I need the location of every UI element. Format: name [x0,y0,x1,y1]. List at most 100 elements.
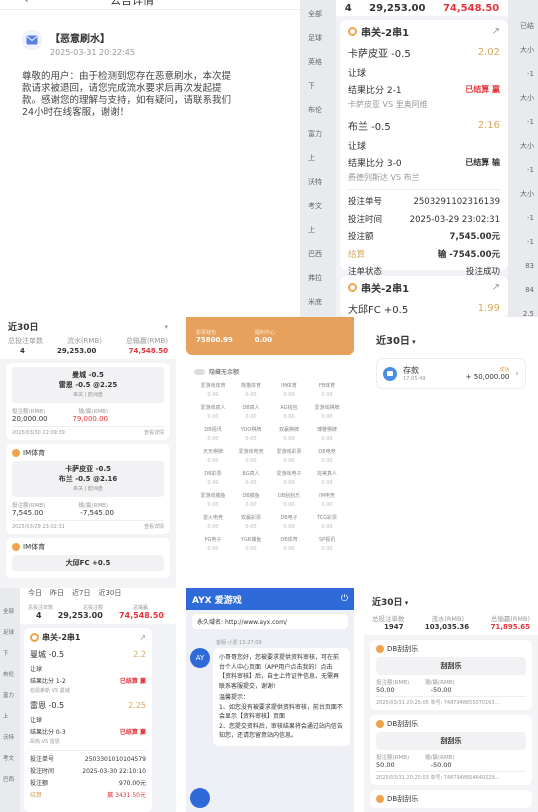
game-wallet[interactable]: 爱游戏体育 0.00 [194,382,232,400]
record-detail-link[interactable]: 查看详情 [144,523,164,530]
sidebar-item[interactable]: 英格 [308,50,336,74]
sidebar-item[interactable]: 考文 [3,749,20,770]
game-wallet[interactable]: DB体育 0.00 [270,536,308,554]
game-wallet[interactable]: 博雅棋牌 0.00 [308,426,346,444]
im-icon [12,449,20,457]
game-wallet[interactable]: DB电子 0.00 [270,514,308,532]
period-select[interactable]: 近30日 [372,598,403,608]
sidebar-item[interactable]: 下 [308,74,336,98]
game-name: 爱游戏电子 [276,471,302,477]
game-wallet[interactable]: DB刮刮乐 0.00 [270,492,308,510]
record-win-label: 输/赢(RMB) [425,680,455,686]
sidebar-item[interactable]: 上 [308,146,336,170]
sidebar-item: -1 [527,214,534,222]
deposit-record[interactable]: 存款 17:05:49 成功 + 50,000.00 › [376,358,526,389]
record-amount-label: 投注额(RMB) [12,409,46,415]
game-balance: 0.00 [207,392,219,398]
period-select[interactable]: 近30日 [8,320,39,333]
leg1-odds: 2.2 [133,650,146,659]
sidebar-item[interactable]: 布伦 [308,98,336,122]
record-card: 曼城 -0.5 雷恩 -0.5 @2.25 串关 | 欧洲盘 投注额(RMB) 输… [6,363,170,440]
sidebar-item[interactable]: 足球 [3,623,20,644]
db-icon [376,645,384,653]
game-wallet[interactable]: 爱游戏电子 0.00 [270,470,308,488]
game-wallet[interactable]: 双赢彩票 0.00 [232,514,270,532]
share-icon[interactable]: ↗ [492,26,500,37]
game-wallet[interactable]: BG真人 0.00 [232,470,270,488]
game-balance: 0.00 [245,502,257,508]
record-card: DB刮刮乐 刮刮乐 投注额(RMB) 输/赢(RMB) 50.00 -50.00 2025/… [370,640,532,710]
filter-icon[interactable]: ▾ [164,323,168,331]
period-tab[interactable]: 近30日 [98,588,121,598]
sidebar-item[interactable]: 沃特 [3,728,20,749]
game-wallet[interactable]: DB视讯 0.00 [194,426,232,444]
game-wallet[interactable]: IM体育 0.00 [270,382,308,400]
game-wallet[interactable]: YOO棋牌 0.00 [232,426,270,444]
game-balance: 0.00 [321,458,333,464]
back-arrow-icon[interactable]: ‹ [24,0,29,6]
sidebar-item[interactable]: 下 [3,644,20,665]
game-wallet[interactable]: DB捕鱼 0.00 [232,492,270,510]
game-wallet[interactable]: 双赢棋牌 0.00 [270,426,308,444]
game-wallet[interactable]: YGR捕鱼 0.00 [232,536,270,554]
sidebar-item[interactable]: 上 [3,707,20,728]
period-tab[interactable]: 今日 [28,588,42,598]
record-detail-link[interactable]: 查看详情 [144,429,164,436]
game-wallet[interactable]: 爱游戏电竞 0.00 [232,448,270,466]
game-wallet[interactable]: DB真人 0.00 [232,404,270,422]
sidebar-item[interactable]: 米底 [308,290,336,314]
sidebar-item[interactable]: 考文 [308,194,336,218]
wallet-label: 福利中心 [254,330,275,336]
period-tab[interactable]: 近7日 [72,588,90,598]
period-select[interactable]: 近30日 [376,336,410,347]
bet-no: 2503291102316139 [413,197,500,207]
game-balance: 0.00 [283,392,295,398]
sidebar-item[interactable]: 巴西 [308,242,336,266]
game-wallet[interactable]: 爱游戏彩票 0.00 [270,448,308,466]
leg1-match: 伯恩茅斯 VS 曼城 [30,688,70,694]
power-icon[interactable]: ⏻ [341,594,348,604]
sidebar-item[interactable]: 上 [308,218,336,242]
game-wallet[interactable]: 天天棋牌 0.00 [194,448,232,466]
game-wallet[interactable]: TCG彩票 0.00 [308,514,346,532]
game-balance: 0.00 [283,546,295,552]
sidebar-item[interactable]: 足球 [308,26,336,50]
game-wallet[interactable]: FB体育 0.00 [308,382,346,400]
game-wallet[interactable]: IM电竞 0.00 [308,492,346,510]
record-leg: 大邱FC +0.5 [65,559,111,567]
share-icon[interactable]: ↗ [492,282,500,293]
game-wallet[interactable]: 熊猫体育 0.00 [232,382,270,400]
sidebar-item[interactable]: 沃特 [308,170,336,194]
game-wallet[interactable]: 爱游戏棋牌 0.00 [308,404,346,422]
bet-amount: 970.00元 [119,780,146,787]
more-icon[interactable]: ··· [222,0,233,4]
game-wallet[interactable]: 雷火电竞 0.00 [194,514,232,532]
game-wallet[interactable]: 完美真人 0.00 [308,470,346,488]
domain-url[interactable]: http://www.ayx.com/ [225,619,287,626]
sidebar-item[interactable]: 巴西 [3,770,20,791]
sidebar-item[interactable]: 全部 [3,602,20,623]
stat-value: 71,895.65 [490,623,530,631]
toggle-icon[interactable] [194,368,205,375]
sidebar-item[interactable]: 全部 [308,2,336,26]
deposit-body: 近30日 ▾ 存款 17:05:49 成功 + 50,000.00 › [364,317,538,588]
sidebar-item[interactable]: 布伦 [3,665,20,686]
sidebar-item[interactable]: 富力 [308,122,336,146]
game-wallet[interactable]: DB彩票 0.00 [194,470,232,488]
game-wallet[interactable]: 爱游戏真人 0.00 [194,404,232,422]
domain-bar: 永久域名: http://www.ayx.com/ [192,614,348,629]
share-icon[interactable]: ↗ [139,633,146,642]
period-tab[interactable]: 昨日 [50,588,64,598]
game-wallet[interactable]: 爱游戏捕鱼 0.00 [194,492,232,510]
game-wallet[interactable]: SP视讯 0.00 [308,536,346,554]
sidebar-item[interactable]: 富力 [3,686,20,707]
record-amount: 20,000.00 [12,415,48,423]
game-wallet[interactable]: PG电子 0.00 [194,536,232,554]
game-wallet[interactable]: DB电竞 0.00 [308,448,346,466]
stat-label: 总投注单数 [8,337,43,345]
sidebar-item[interactable]: 弗拉 [308,266,336,290]
hide-toggle[interactable]: 隐藏无余额 [186,355,354,382]
game-wallet[interactable]: AG钱包 0.00 [270,404,308,422]
game-balance: 0.00 [207,480,219,486]
record-leg: 曼城 -0.5 [72,371,104,379]
